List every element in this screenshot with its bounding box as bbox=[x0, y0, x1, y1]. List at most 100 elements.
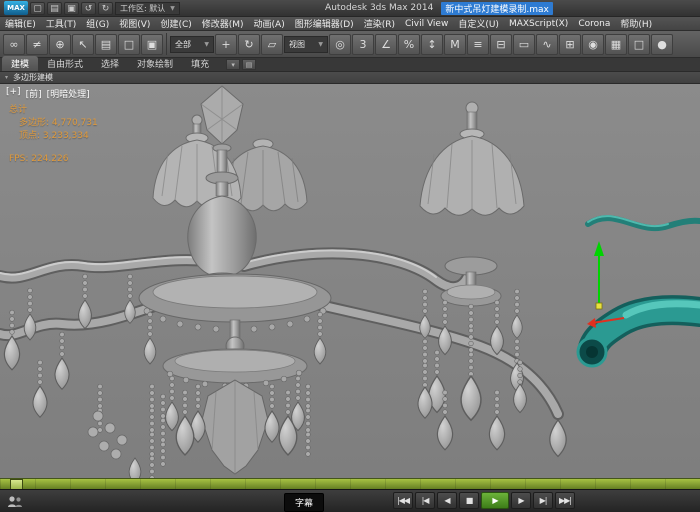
viewport-general-menu[interactable]: [+] bbox=[6, 87, 21, 100]
teal-pipe-object[interactable] bbox=[578, 216, 700, 366]
undo-icon[interactable]: ↺ bbox=[81, 2, 96, 15]
tab-populate[interactable]: 填充 bbox=[182, 56, 218, 71]
rendered-frame-icon[interactable]: □ bbox=[628, 34, 650, 55]
menu-bar: 编辑(E)工具(T)组(G)视图(V)创建(C)修改器(M)动画(A)图形编辑器… bbox=[0, 17, 700, 31]
menu-item[interactable]: 编辑(E) bbox=[0, 17, 41, 30]
title-bar: MAX ▢▤▣↺↻ 工作区: 默认 ▼ Autodesk 3ds Max 201… bbox=[0, 0, 700, 17]
viewport-label: [+] [前] [明暗处理] bbox=[6, 87, 90, 100]
chevron-down-icon: ▼ bbox=[170, 3, 175, 14]
toolbar-group-transform: +↻▱ bbox=[215, 34, 283, 55]
chevron-down-icon: ▼ bbox=[204, 41, 209, 48]
gizmo-origin bbox=[596, 303, 602, 309]
next-frame-button[interactable]: ▶ bbox=[511, 492, 531, 509]
window-crossing-icon[interactable]: ▣ bbox=[141, 34, 163, 55]
stats-verts: 顶点: 3,233,334 bbox=[9, 130, 98, 143]
player-control-bar: 字幕 |◀◀|◀◀■▶▶▶|▶▶| bbox=[0, 489, 700, 512]
align-icon[interactable]: ≡ bbox=[467, 34, 489, 55]
toolbar-group-select: ∞≠⊕↖▤□▣ bbox=[3, 34, 163, 55]
snaps-toggle-icon[interactable]: 3 bbox=[352, 34, 374, 55]
spinner-snap-icon[interactable]: ↕ bbox=[421, 34, 443, 55]
menu-item[interactable]: 修改器(M) bbox=[197, 17, 249, 30]
gizmo-y-arrowhead bbox=[594, 241, 604, 256]
curve-editor-icon[interactable]: ∿ bbox=[536, 34, 558, 55]
menu-item[interactable]: 渲染(R) bbox=[359, 17, 400, 30]
tab-object-paint[interactable]: 对象绘制 bbox=[128, 56, 182, 71]
stats-total-label: 总计 bbox=[9, 104, 98, 117]
previous-frame-button[interactable]: ◀ bbox=[437, 492, 457, 509]
stop-button[interactable]: ■ bbox=[459, 492, 479, 509]
viewport-front[interactable]: [+] [前] [明暗处理] 总计 多边形: 4,770,731 顶点: 3,2… bbox=[0, 84, 700, 478]
percent-snap-icon[interactable]: % bbox=[398, 34, 420, 55]
go-to-end-button[interactable]: ▶▶| bbox=[555, 492, 575, 509]
ribbon-config-icon[interactable]: ▤ bbox=[242, 59, 256, 70]
select-and-rotate-icon[interactable]: ↻ bbox=[238, 34, 260, 55]
menu-item[interactable]: 组(G) bbox=[81, 17, 114, 30]
render-production-icon[interactable]: ● bbox=[651, 34, 673, 55]
viewport-statistics: 总计 多边形: 4,770,731 顶点: 3,233,334 FPS: 224… bbox=[9, 104, 98, 166]
unlink-selection-icon[interactable]: ≠ bbox=[26, 34, 48, 55]
max-app-menu-button[interactable]: MAX bbox=[4, 1, 28, 15]
subtitle-button[interactable]: 字幕 bbox=[284, 493, 324, 512]
open-file-icon[interactable]: ▤ bbox=[47, 2, 62, 15]
use-pivot-center-icon[interactable]: ◎ bbox=[329, 34, 351, 55]
tab-selection[interactable]: 选择 bbox=[92, 56, 128, 71]
menu-item[interactable]: 创建(C) bbox=[155, 17, 196, 30]
layer-manager-icon[interactable]: ⊟ bbox=[490, 34, 512, 55]
select-and-scale-icon[interactable]: ▱ bbox=[261, 34, 283, 55]
transport-buttons: |◀◀|◀◀■▶▶▶|▶▶| bbox=[392, 492, 576, 509]
menu-item[interactable]: MAXScript(X) bbox=[504, 19, 573, 29]
angle-snap-icon[interactable]: ∠ bbox=[375, 34, 397, 55]
menu-item[interactable]: 自定义(U) bbox=[453, 17, 504, 30]
render-setup-icon[interactable]: ▦ bbox=[605, 34, 627, 55]
select-and-move-icon[interactable]: + bbox=[215, 34, 237, 55]
go-to-start-button[interactable]: |◀◀ bbox=[393, 492, 413, 509]
quick-access-toolbar: ▢▤▣↺↻ bbox=[30, 2, 113, 15]
polygon-modeling-panel-label[interactable]: 多边形建模 bbox=[13, 72, 53, 83]
ribbon-toggle-icon[interactable]: ▭ bbox=[513, 34, 535, 55]
viewport-pov-menu[interactable]: [前] bbox=[26, 87, 42, 100]
viewport-shading-menu[interactable]: [明暗处理] bbox=[47, 87, 90, 100]
redo-icon[interactable]: ↻ bbox=[98, 2, 113, 15]
timeline-bar[interactable] bbox=[0, 478, 700, 489]
people-icon[interactable] bbox=[7, 495, 23, 508]
ribbon-minimize-icon[interactable]: ▾ bbox=[226, 59, 240, 70]
reference-coordinate-dropdown[interactable]: 视图 ▼ bbox=[284, 36, 328, 53]
bind-to-space-warp-icon[interactable]: ⊕ bbox=[49, 34, 71, 55]
viewport-canvas[interactable] bbox=[0, 84, 700, 478]
menu-item[interactable]: Civil View bbox=[400, 19, 453, 29]
select-by-name-icon[interactable]: ▤ bbox=[95, 34, 117, 55]
schematic-view-icon[interactable]: ⊞ bbox=[559, 34, 581, 55]
app-title: Autodesk 3ds Max 2014 bbox=[325, 3, 433, 13]
play-button[interactable]: ▶ bbox=[481, 492, 509, 509]
stats-fps: FPS: 224.226 bbox=[9, 153, 98, 166]
tab-freeform[interactable]: 自由形式 bbox=[38, 56, 92, 71]
menu-item[interactable]: 视图(V) bbox=[114, 17, 155, 30]
next-key-button[interactable]: ▶| bbox=[533, 492, 553, 509]
toolbar-group-tools: ◎3∠%↕M≡⊟▭∿⊞◉▦□● bbox=[329, 34, 673, 55]
ribbon-mini-icons: ▾ ▤ bbox=[226, 59, 256, 71]
material-editor-icon[interactable]: ◉ bbox=[582, 34, 604, 55]
mirror-icon[interactable]: M bbox=[444, 34, 466, 55]
panel-collapse-icon[interactable]: ▾ bbox=[5, 74, 8, 81]
select-object-icon[interactable]: ↖ bbox=[72, 34, 94, 55]
menu-item[interactable]: 帮助(H) bbox=[615, 17, 657, 30]
menu-item[interactable]: Corona bbox=[573, 19, 615, 29]
window-title: Autodesk 3ds Max 2014 新中式吊灯建模录制.max bbox=[182, 2, 696, 15]
workspace-dropdown[interactable]: 工作区: 默认 ▼ bbox=[115, 2, 180, 15]
stats-polys: 多边形: 4,770,731 bbox=[9, 117, 98, 130]
new-scene-icon[interactable]: ▢ bbox=[30, 2, 45, 15]
select-and-link-icon[interactable]: ∞ bbox=[3, 34, 25, 55]
selection-filter-dropdown[interactable]: 全部 ▼ bbox=[170, 36, 214, 53]
menu-item[interactable]: 工具(T) bbox=[41, 17, 82, 30]
workspace-label: 工作区: 默认 bbox=[120, 3, 165, 14]
rectangular-region-icon[interactable]: □ bbox=[118, 34, 140, 55]
save-file-icon[interactable]: ▣ bbox=[64, 2, 79, 15]
menu-item[interactable]: 图形编辑器(D) bbox=[290, 17, 359, 30]
chevron-down-icon: ▼ bbox=[318, 41, 323, 48]
ribbon-tabs: 建模自由形式选择对象绘制填充 bbox=[2, 56, 218, 71]
ribbon-tab-bar: 建模自由形式选择对象绘制填充 ▾ ▤ bbox=[0, 58, 700, 72]
toolbar-separator bbox=[166, 33, 167, 55]
menu-item[interactable]: 动画(A) bbox=[249, 17, 290, 30]
previous-key-button[interactable]: |◀ bbox=[415, 492, 435, 509]
tab-modeling[interactable]: 建模 bbox=[2, 56, 38, 71]
